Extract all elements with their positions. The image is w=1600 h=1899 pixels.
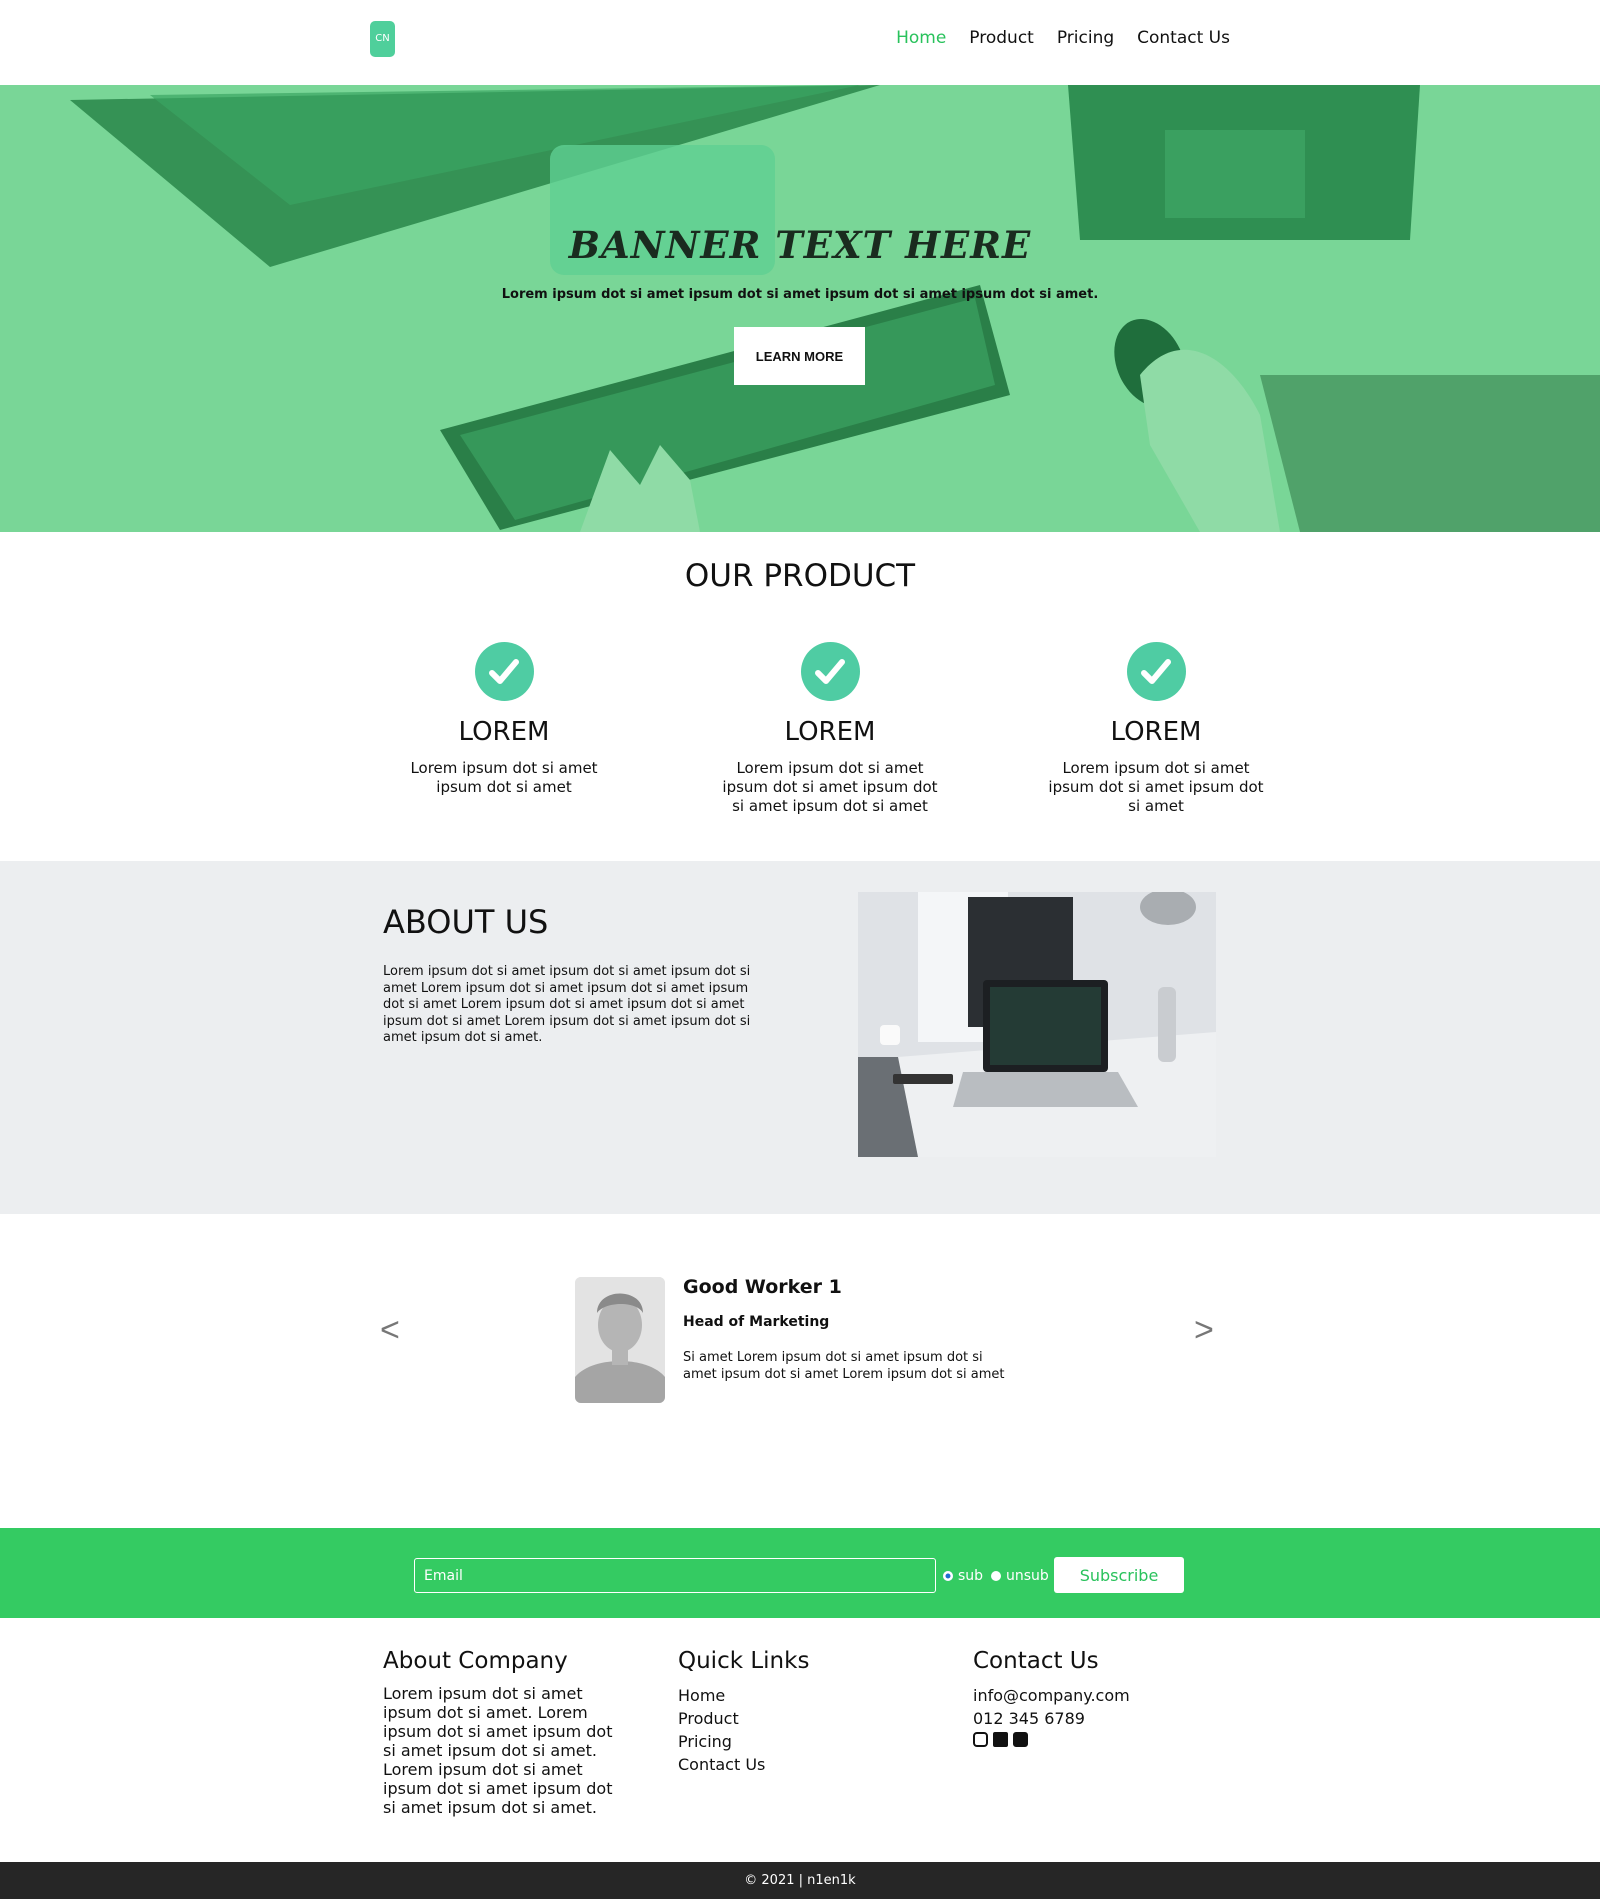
about-text: Lorem ipsum dot si amet ipsum dot si ame… [383, 964, 751, 1045]
about-section: ABOUT US Lorem ipsum dot si amet ipsum d… [0, 861, 1600, 1214]
feature-title: LOREM [1110, 717, 1202, 747]
check-circle-icon [474, 642, 534, 701]
contact-phone: 012 345 6789 [973, 1709, 1085, 1728]
hero-banner: BANNER TEXT HERE Lorem ipsum dot si amet… [0, 85, 1600, 532]
learn-more-button[interactable]: LEARN MORE [734, 327, 865, 385]
feature-item: LOREM Lorem ipsum dot si amet ipsum dot … [716, 642, 944, 816]
hero-title: BANNER TEXT HERE [568, 223, 1032, 267]
feature-item: LOREM Lorem ipsum dot si amet ipsum dot … [1042, 642, 1270, 816]
radio-sub-label: sub [958, 1568, 984, 1584]
radio-sub[interactable]: sub [943, 1568, 983, 1584]
logo-icon[interactable]: CN [370, 21, 395, 57]
instagram-icon[interactable] [973, 1732, 988, 1747]
footer-quick-links: Quick Links Home Product Pricing Contact… [678, 1648, 928, 1776]
nav-link-contact[interactable]: Contact Us [1137, 28, 1230, 48]
contact-email[interactable]: info@company.com [973, 1684, 1223, 1707]
main-menu: Home Product Pricing Contact Us [896, 28, 1230, 48]
feature-text: Lorem ipsum dot si amet ipsum dot si ame… [722, 759, 938, 815]
copyright-text: © 2021 | n1en1k [744, 1873, 856, 1888]
footer-about-title: About Company [383, 1648, 568, 1674]
nav-link-pricing[interactable]: Pricing [1057, 28, 1114, 48]
radio-unselected-icon[interactable] [991, 1571, 1001, 1581]
feature-text: Lorem ipsum dot si amet ipsum dot si ame… [1048, 759, 1264, 815]
hero-subtitle: Lorem ipsum dot si amet ipsum dot si ame… [501, 287, 1099, 302]
nav-link-home[interactable]: Home [896, 28, 946, 48]
worker-testimonial-text: Si amet Lorem ipsum dot si amet ipsum do… [683, 1350, 1005, 1382]
radio-unsub[interactable]: unsub [991, 1568, 1049, 1584]
nav-link-product[interactable]: Product [969, 28, 1034, 48]
feature-text: Lorem ipsum dot si amet ipsum dot si ame… [410, 759, 598, 796]
footer-link-pricing[interactable]: Pricing [678, 1730, 928, 1753]
footer-about-text: Lorem ipsum dot si amet ipsum dot si ame… [383, 1684, 613, 1817]
footer-link-home[interactable]: Home [678, 1684, 928, 1707]
subscribe-bar: sub unsub Subscribe [0, 1528, 1600, 1618]
radio-unsub-label: unsub [1006, 1568, 1049, 1584]
carousel-prev-button[interactable]: < [380, 1311, 400, 1350]
hero-background-image [70, 85, 1600, 532]
footer-link-contact[interactable]: Contact Us [678, 1753, 928, 1776]
check-circle-icon [1126, 642, 1186, 701]
feature-list: LOREM Lorem ipsum dot si amet ipsum dot … [390, 642, 1270, 816]
worker-role: Head of Marketing [683, 1314, 830, 1330]
subscribe-button[interactable]: Subscribe [1054, 1557, 1184, 1593]
footer-contact-title: Contact Us [973, 1648, 1099, 1674]
worker-name: Good Worker 1 [683, 1276, 842, 1298]
email-field[interactable] [414, 1558, 936, 1593]
top-nav: CN Home Product Pricing Contact Us [0, 0, 1600, 85]
snapchat-icon[interactable] [1013, 1732, 1028, 1747]
social-icons [973, 1732, 1223, 1747]
feature-title: LOREM [458, 717, 550, 747]
about-image [858, 892, 1216, 1157]
copyright-bar: © 2021 | n1en1k [0, 1862, 1600, 1899]
footer-links-title: Quick Links [678, 1648, 810, 1674]
avatar [575, 1277, 665, 1403]
feature-item: LOREM Lorem ipsum dot si amet ipsum dot … [390, 642, 618, 816]
feature-title: LOREM [784, 717, 876, 747]
radio-selected-icon[interactable] [943, 1571, 953, 1581]
facebook-icon[interactable] [993, 1732, 1008, 1747]
product-section-title: OUR PRODUCT [684, 558, 916, 594]
carousel-next-button[interactable]: > [1194, 1311, 1214, 1350]
footer-link-product[interactable]: Product [678, 1707, 928, 1730]
footer-about: About Company Lorem ipsum dot si amet ip… [383, 1648, 633, 1817]
about-title: ABOUT US [383, 903, 549, 941]
check-circle-icon [800, 642, 860, 701]
footer-contact: Contact Us info@company.com 012 345 6789 [973, 1648, 1223, 1747]
